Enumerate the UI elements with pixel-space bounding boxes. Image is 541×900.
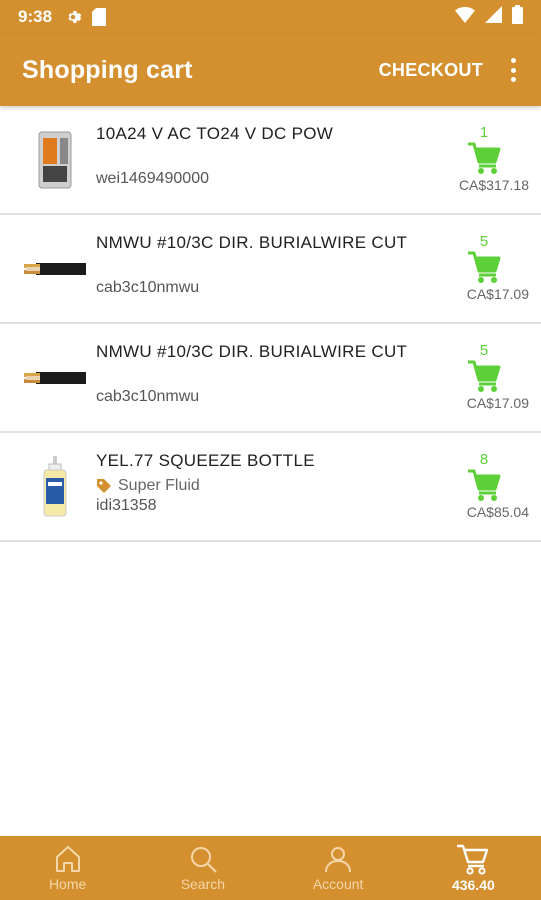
nav-home-label: Home xyxy=(48,876,87,892)
account-icon xyxy=(325,847,352,873)
item-brand-label: Super Fluid xyxy=(118,477,200,494)
item-sku: cab3c10nmwu xyxy=(96,279,200,296)
cart-list: 10A24 V AC TO24 V DC POW wei1469490000 1… xyxy=(0,106,541,542)
cart-item[interactable]: NMWU #10/3C DIR. BURIALWIRE CUT cab3c10n… xyxy=(0,324,541,433)
tag-icon xyxy=(97,479,111,493)
cart-icon[interactable] xyxy=(467,359,501,393)
nav-home[interactable]: Home xyxy=(0,836,135,900)
wire-image xyxy=(24,238,86,300)
item-sku: wei1469490000 xyxy=(96,170,209,187)
home-icon xyxy=(55,846,80,872)
page-title: Shopping cart xyxy=(22,55,193,84)
settings-gear-icon xyxy=(64,8,82,26)
cart-item[interactable]: YEL.77 SQUEEZE BOTTLE Super Fluid idi313… xyxy=(0,433,541,542)
sd-card-icon xyxy=(92,8,107,26)
status-bar: 9:38 xyxy=(0,0,541,34)
cart-item[interactable]: NMWU #10/3C DIR. BURIALWIRE CUT cab3c10n… xyxy=(0,215,541,324)
item-sku: cab3c10nmwu xyxy=(96,388,200,405)
wifi-icon xyxy=(455,6,475,28)
item-name: YEL.77 SQUEEZE BOTTLE xyxy=(96,451,315,470)
cart-icon[interactable] xyxy=(467,250,501,284)
search-icon xyxy=(190,847,217,873)
item-quantity: 8 xyxy=(479,451,489,468)
status-time: 9:38 xyxy=(18,7,53,26)
nav-account-label: Account xyxy=(312,876,364,892)
cart-icon[interactable] xyxy=(467,468,501,502)
nav-cart-total: 436.40 xyxy=(451,877,495,893)
item-price: CA$85.04 xyxy=(466,504,529,520)
item-name: NMWU #10/3C DIR. BURIALWIRE CUT xyxy=(96,233,408,252)
wire-image xyxy=(24,347,86,409)
bottom-navigation: Home Search Account 436.40 xyxy=(0,836,541,900)
cart-icon[interactable] xyxy=(467,141,501,175)
cart-item[interactable]: 10A24 V AC TO24 V DC POW wei1469490000 1… xyxy=(0,106,541,215)
item-quantity: 1 xyxy=(479,124,489,141)
signal-icon xyxy=(485,6,502,28)
app-bar: Shopping cart CHECKOUT xyxy=(0,34,541,106)
item-price: CA$17.09 xyxy=(466,395,529,411)
item-name: NMWU #10/3C DIR. BURIALWIRE CUT xyxy=(96,342,408,361)
item-name: 10A24 V AC TO24 V DC POW xyxy=(96,124,334,143)
item-price: CA$17.09 xyxy=(466,286,529,302)
item-price: CA$317.18 xyxy=(458,177,529,193)
nav-search[interactable]: Search xyxy=(135,836,270,900)
power-supply-image xyxy=(24,129,86,191)
item-quantity: 5 xyxy=(479,342,489,359)
checkout-button[interactable]: CHECKOUT xyxy=(379,60,483,81)
item-sku: idi31358 xyxy=(96,497,157,514)
battery-icon xyxy=(512,5,523,29)
item-quantity: 5 xyxy=(479,233,489,250)
cart-icon xyxy=(457,844,489,875)
more-options-icon[interactable] xyxy=(507,58,519,82)
nav-account[interactable]: Account xyxy=(271,836,406,900)
nav-search-label: Search xyxy=(180,876,226,892)
nav-cart[interactable]: 436.40 xyxy=(406,836,541,900)
squeeze-bottle-image xyxy=(24,455,86,518)
item-brand: Super Fluid xyxy=(96,477,421,495)
